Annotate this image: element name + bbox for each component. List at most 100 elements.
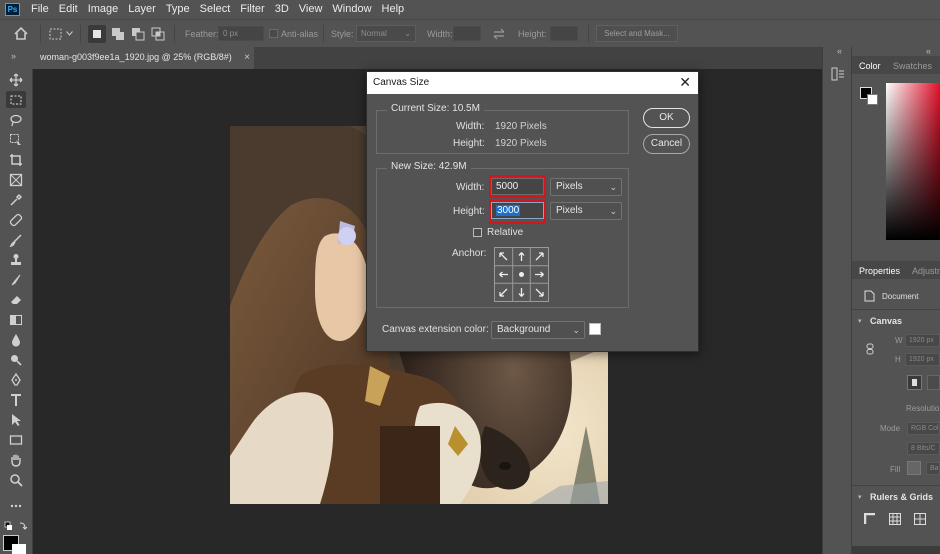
mode-select[interactable]: RGB Col [907, 422, 940, 435]
edit-toolbar-icon[interactable] [6, 497, 26, 514]
arrow-up-icon[interactable] [513, 248, 530, 265]
cancel-button[interactable]: Cancel [643, 134, 690, 154]
options-bar: Feather: 0 px Anti-alias Style: Normal ⌄… [0, 19, 940, 47]
brush-tool-icon[interactable] [6, 231, 26, 248]
current-width-value: 1920 Pixels [495, 121, 547, 132]
path-selection-tool-icon[interactable] [6, 411, 26, 428]
arrow-down-icon[interactable] [513, 284, 530, 301]
height-input[interactable] [550, 26, 578, 41]
menu-window[interactable]: Window [327, 0, 376, 19]
tab-properties[interactable]: Properties [859, 266, 900, 276]
type-tool-icon[interactable] [6, 391, 26, 408]
anchor-grid[interactable] [494, 247, 549, 302]
fill-label: Fill [890, 465, 901, 474]
menu-filter[interactable]: Filter [235, 0, 269, 19]
swap-dimensions-icon[interactable] [492, 28, 506, 40]
height-unit-select[interactable]: Pixels ⌄ [550, 202, 622, 220]
anchor-center-dot[interactable] [513, 266, 530, 283]
height-highlight-box [489, 200, 546, 224]
select-and-mask-button[interactable]: Select and Mask... [596, 25, 678, 42]
gradient-tool-icon[interactable] [6, 311, 26, 328]
object-selection-tool-icon[interactable] [6, 131, 26, 148]
bit-depth-select[interactable]: 8 Bits/C [907, 442, 940, 455]
canvas-w-label: W [895, 336, 903, 345]
menu-edit[interactable]: Edit [54, 0, 83, 19]
canvas-width-field[interactable]: 1920 px [905, 334, 940, 347]
collapse-panels-icon[interactable]: « [926, 46, 931, 56]
eyedropper-tool-icon[interactable] [6, 191, 26, 208]
close-tab-icon[interactable]: × [244, 47, 250, 68]
canvas-height-field[interactable]: 1920 px [905, 353, 940, 366]
arrow-left-icon[interactable] [495, 266, 512, 283]
extension-color-swatch[interactable] [589, 323, 601, 335]
chevron-down-icon[interactable] [66, 31, 73, 36]
collapse-toolbar-icon[interactable]: » [11, 51, 16, 61]
width-unit-select[interactable]: Pixels ⌄ [550, 178, 622, 196]
grid-icon[interactable] [889, 513, 901, 525]
menu-view[interactable]: View [294, 0, 328, 19]
tab-swatches[interactable]: Swatches [893, 61, 932, 71]
antialias-checkbox[interactable] [269, 29, 278, 38]
relative-checkbox[interactable] [473, 228, 482, 237]
home-icon[interactable] [14, 27, 28, 40]
dialog-titlebar[interactable]: Canvas Size ✕ [367, 72, 698, 94]
background-color-swatch[interactable] [12, 544, 26, 554]
arrow-up-right-icon[interactable] [531, 248, 548, 265]
tab-color[interactable]: Color [859, 61, 881, 71]
extension-color-select[interactable]: Background ⌄ [491, 321, 585, 339]
rect-marquee-tool-icon[interactable] [6, 91, 26, 108]
link-icon[interactable] [866, 343, 874, 355]
add-to-selection-icon[interactable] [111, 27, 125, 41]
menu-select[interactable]: Select [195, 0, 236, 19]
menu-file[interactable]: File [26, 0, 54, 19]
hand-tool-icon[interactable] [6, 451, 26, 468]
new-selection-button[interactable] [88, 25, 106, 43]
rect-marquee-icon[interactable] [49, 28, 62, 40]
style-select[interactable]: Normal ⌄ [356, 25, 416, 42]
crop-tool-icon[interactable] [6, 151, 26, 168]
fill-color-swatch[interactable] [907, 461, 921, 475]
close-icon[interactable]: ✕ [679, 75, 691, 89]
move-tool-icon[interactable] [6, 71, 26, 88]
subtract-from-selection-icon[interactable] [131, 27, 145, 41]
color-panel-background-swatch[interactable] [867, 94, 878, 105]
chevron-down-icon[interactable]: ▾ [858, 493, 862, 501]
tab-adjustments[interactable]: Adjustn [912, 266, 940, 276]
history-panel-icon[interactable] [831, 67, 845, 81]
document-tab-bar: woman-g003f9ee1a_1920.jpg @ 25% (RGB/8#)… [33, 47, 822, 69]
pen-tool-icon[interactable] [6, 371, 26, 388]
chevron-down-icon[interactable]: ▾ [858, 317, 862, 325]
color-picker-field[interactable] [886, 83, 940, 240]
feather-input[interactable]: 0 px [218, 26, 264, 41]
fill-select[interactable]: Ba [926, 462, 940, 475]
ruler-icon[interactable] [864, 513, 876, 525]
arrow-right-icon[interactable] [531, 266, 548, 283]
frame-tool-icon[interactable] [6, 171, 26, 188]
rectangle-tool-icon[interactable] [6, 431, 26, 448]
blur-tool-icon[interactable] [6, 331, 26, 348]
menu-3d[interactable]: 3D [270, 0, 294, 19]
intersect-selection-icon[interactable] [151, 27, 165, 41]
landscape-orientation-button[interactable] [927, 375, 940, 390]
eraser-tool-icon[interactable] [6, 291, 26, 308]
stamp-tool-icon[interactable] [6, 251, 26, 268]
menu-image[interactable]: Image [83, 0, 124, 19]
menu-help[interactable]: Help [377, 0, 410, 19]
ok-button[interactable]: OK [643, 108, 690, 128]
default-colors-icon[interactable] [4, 521, 30, 533]
portrait-orientation-button[interactable] [907, 375, 922, 390]
menu-layer[interactable]: Layer [123, 0, 161, 19]
healing-brush-tool-icon[interactable] [6, 211, 26, 228]
arrow-down-right-icon[interactable] [531, 284, 548, 301]
lasso-tool-icon[interactable] [6, 111, 26, 128]
width-input[interactable] [453, 26, 481, 41]
guides-icon[interactable] [914, 513, 926, 525]
arrow-down-left-icon[interactable] [495, 284, 512, 301]
arrow-up-left-icon[interactable] [495, 248, 512, 265]
collapse-panels-icon[interactable]: « [837, 46, 842, 56]
document-tab[interactable]: woman-g003f9ee1a_1920.jpg @ 25% (RGB/8#)… [33, 47, 254, 69]
menu-type[interactable]: Type [161, 0, 195, 19]
dodge-tool-icon[interactable] [6, 351, 26, 368]
history-brush-tool-icon[interactable] [6, 271, 26, 288]
zoom-tool-icon[interactable] [6, 471, 26, 488]
